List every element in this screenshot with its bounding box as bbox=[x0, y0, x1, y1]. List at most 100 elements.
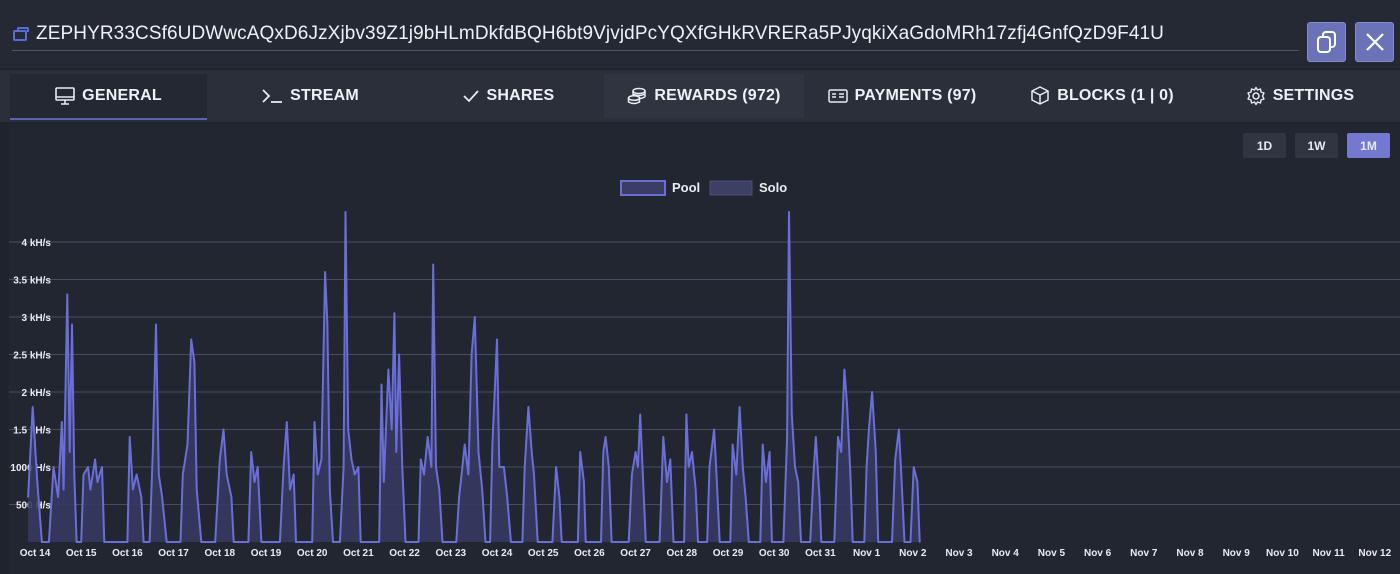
close-button[interactable] bbox=[1355, 22, 1394, 62]
pool-data-point bbox=[89, 488, 92, 491]
pool-data-point bbox=[782, 541, 785, 543]
pool-data-point bbox=[510, 541, 512, 543]
pool-data-point bbox=[94, 458, 96, 461]
pool-data-point bbox=[311, 541, 314, 543]
pool-data-point bbox=[219, 458, 221, 461]
tab-stream[interactable]: STREAM bbox=[220, 74, 400, 118]
x-tick-label: Oct 18 bbox=[205, 548, 236, 559]
pool-data-point bbox=[350, 458, 353, 461]
pool-data-point bbox=[491, 443, 494, 446]
tab-settings[interactable]: SETTINGS bbox=[1210, 74, 1390, 118]
pool-data-point bbox=[560, 541, 563, 543]
pool-data-point bbox=[496, 338, 498, 341]
legend-swatch-solo[interactable] bbox=[709, 180, 753, 196]
legend-label-solo[interactable]: Solo bbox=[759, 180, 787, 195]
legend-swatch-pool[interactable] bbox=[620, 180, 666, 196]
pool-data-point bbox=[200, 541, 203, 543]
pool-data-point bbox=[71, 323, 73, 326]
pool-data-point bbox=[871, 391, 873, 393]
pool-data-point bbox=[840, 451, 842, 453]
timeframe-1d-button[interactable]: 1D bbox=[1243, 133, 1286, 158]
y-tick-label: 3 kH/s bbox=[22, 313, 52, 324]
pool-data-point bbox=[295, 541, 297, 543]
pool-data-point bbox=[715, 473, 718, 476]
pool-data-point bbox=[470, 353, 473, 356]
pool-data-point bbox=[903, 541, 906, 543]
timeframe-1w-button[interactable]: 1W bbox=[1295, 133, 1338, 158]
pool-data-point bbox=[383, 481, 385, 483]
pool-data-point bbox=[631, 473, 633, 476]
pool-data-point bbox=[683, 541, 685, 543]
tab-general[interactable]: GENERAL bbox=[10, 74, 207, 120]
x-tick-label: Nov 7 bbox=[1130, 548, 1158, 559]
terminal-icon bbox=[262, 89, 283, 103]
pool-data-point bbox=[357, 466, 360, 468]
wallet-address[interactable]: ZEPHYR33CSf6UDWwcAQxD6JzXjbv39Z1j9bHLmDk… bbox=[36, 23, 1164, 45]
x-tick-label: Oct 21 bbox=[343, 548, 374, 559]
timeframe-selector: 1D 1W 1M bbox=[1243, 133, 1390, 158]
pool-data-point bbox=[426, 436, 429, 438]
pool-data-point bbox=[637, 466, 639, 468]
pool-data-point bbox=[395, 451, 398, 453]
pool-data-point bbox=[222, 428, 225, 431]
pool-data-point bbox=[195, 488, 198, 491]
pool-data-point bbox=[530, 451, 533, 453]
pool-data-point bbox=[80, 541, 82, 543]
cube-icon bbox=[1031, 86, 1049, 105]
pool-data-point bbox=[669, 458, 672, 461]
pool-data-point bbox=[506, 496, 509, 498]
pool-data-point bbox=[128, 436, 131, 438]
pool-data-point bbox=[600, 541, 602, 543]
pool-data-point bbox=[57, 496, 59, 498]
tab-payments[interactable]: PAYMENTS (97) bbox=[812, 74, 992, 118]
pool-data-point bbox=[401, 466, 404, 468]
pool-data-point bbox=[918, 541, 921, 543]
pool-data-point bbox=[441, 541, 444, 543]
pool-data-point bbox=[685, 413, 688, 416]
address-underline bbox=[12, 50, 1299, 51]
pool-data-point bbox=[101, 466, 103, 468]
pool-data-point bbox=[132, 488, 134, 491]
pool-data-point bbox=[742, 466, 744, 468]
pool-data-point bbox=[863, 541, 866, 543]
x-tick-label: Nov 11 bbox=[1312, 548, 1345, 559]
x-tick-label: Oct 23 bbox=[436, 548, 467, 559]
copy-button[interactable] bbox=[1307, 22, 1346, 62]
pool-data-point bbox=[474, 316, 476, 318]
card-icon bbox=[827, 89, 848, 103]
pool-data-point bbox=[579, 451, 581, 453]
pool-data-point bbox=[843, 368, 846, 371]
pool-data-point bbox=[260, 541, 263, 543]
pool-data-point bbox=[489, 541, 491, 543]
x-axis-ticks: Oct 14 Oct 15 Oct 16 Oct 17 Oct 18 Oct 19 Oct … bbox=[20, 548, 1392, 559]
pool-data-point bbox=[527, 406, 530, 408]
pool-data-point bbox=[759, 541, 762, 543]
copy-icon bbox=[1316, 31, 1336, 53]
pool-data-point bbox=[697, 541, 699, 543]
pool-data-point bbox=[190, 338, 192, 341]
pool-data-point bbox=[286, 421, 288, 423]
pool-data-point bbox=[771, 541, 773, 543]
tab-label: SETTINGS bbox=[1272, 87, 1355, 104]
pool-data-point bbox=[791, 413, 793, 416]
pool-data-point bbox=[31, 406, 34, 408]
pool-data-point bbox=[687, 466, 690, 468]
pool-data-point bbox=[555, 466, 557, 468]
pool-data-point bbox=[765, 481, 767, 483]
legend-label-pool[interactable]: Pool bbox=[672, 180, 700, 195]
pool-data-point bbox=[232, 541, 235, 543]
x-tick-label: Oct 30 bbox=[759, 548, 790, 559]
pool-data-point bbox=[627, 541, 630, 543]
pool-data-point bbox=[608, 466, 610, 468]
x-tick-label: Oct 17 bbox=[158, 548, 189, 559]
tab-shares[interactable]: SHARES bbox=[418, 74, 598, 118]
pool-data-point bbox=[247, 541, 250, 543]
tab-rewards[interactable]: REWARDS (972) bbox=[604, 74, 804, 118]
pool-data-point bbox=[158, 473, 160, 476]
y-tick-label: 2 kH/s bbox=[22, 388, 52, 399]
timeframe-1m-button[interactable]: 1M bbox=[1347, 133, 1390, 158]
pool-data-point bbox=[735, 473, 738, 476]
pool-data-point bbox=[916, 481, 919, 483]
tab-blocks[interactable]: BLOCKS (1 | 0) bbox=[1012, 74, 1192, 118]
pool-data-point bbox=[461, 466, 464, 468]
